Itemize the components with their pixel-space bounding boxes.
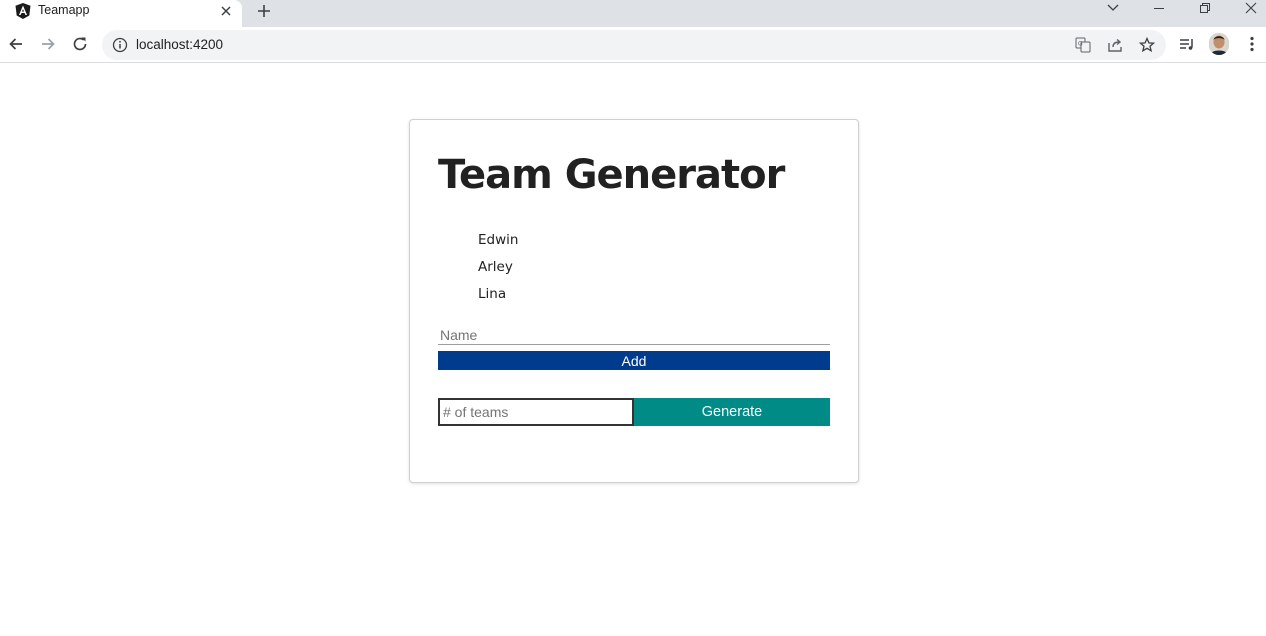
list-item: Arley <box>478 259 513 275</box>
browser-tab[interactable]: Teamapp <box>0 0 242 27</box>
restore-icon[interactable] <box>1194 0 1216 16</box>
members-list: Edwin Arley Lina <box>478 230 518 311</box>
arrow-left-icon[interactable] <box>7 35 25 53</box>
reload-icon[interactable] <box>71 35 89 53</box>
list-item: Lina <box>478 286 507 302</box>
reading-list-icon[interactable] <box>1178 35 1196 53</box>
avatar[interactable] <box>1209 33 1229 55</box>
plus-icon[interactable] <box>255 2 273 20</box>
browser-toolbar: localhost:4200 G <box>0 27 1266 63</box>
add-button[interactable]: Add <box>438 351 830 370</box>
page-title: Team Generator <box>438 152 785 198</box>
generate-button[interactable]: Generate <box>634 398 830 426</box>
team-generator-card: Team Generator Edwin Arley Lina Add Gene… <box>409 119 859 483</box>
tab-title: Teamapp <box>38 3 90 17</box>
tab-search-chevron-icon[interactable] <box>1102 0 1124 16</box>
svg-text:G: G <box>1078 41 1083 48</box>
list-item: Edwin <box>478 232 519 248</box>
arrow-right-icon[interactable] <box>39 35 57 53</box>
info-icon[interactable] <box>112 37 128 53</box>
name-input[interactable] <box>438 325 830 345</box>
url-text: localhost:4200 <box>136 37 224 52</box>
star-icon[interactable] <box>1139 37 1155 53</box>
close-icon[interactable] <box>218 3 234 19</box>
translate-icon[interactable]: G <box>1075 37 1091 53</box>
share-icon[interactable] <box>1107 37 1123 53</box>
teams-count-input[interactable] <box>438 398 634 426</box>
window-close-icon[interactable] <box>1240 0 1262 16</box>
kebab-menu-icon[interactable] <box>1243 35 1261 53</box>
tab-strip: Teamapp <box>0 0 1266 27</box>
address-bar[interactable]: localhost:4200 G <box>102 30 1166 60</box>
angular-logo-icon <box>14 2 32 20</box>
minimize-icon[interactable] <box>1148 0 1170 16</box>
